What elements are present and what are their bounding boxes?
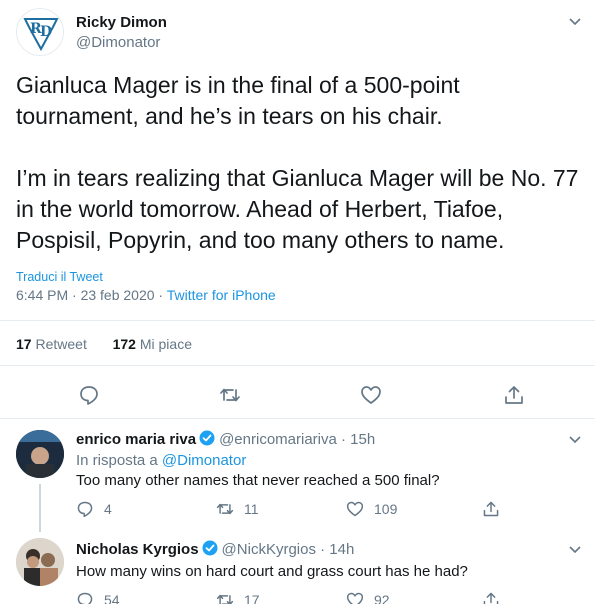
rd-logo-icon: R D [23, 18, 59, 52]
in-reply-prefix: In risposta a [76, 452, 162, 469]
reply-author-handle[interactable]: @NickKyrgios · 14h [222, 541, 355, 558]
retweet-action[interactable]: 11 [216, 500, 259, 518]
reply-action[interactable]: 54 [76, 591, 120, 604]
divider [0, 365, 595, 366]
reply-tweet[interactable]: Nicholas Kyrgios @NickKyrgios · 14h How m… [0, 530, 595, 604]
share-icon [483, 501, 499, 517]
reply-text: Too many other names that never reached … [76, 472, 440, 489]
likes-count: 172 [112, 336, 136, 352]
reply-count: 54 [104, 592, 120, 604]
author-handle[interactable]: @Dimonator [76, 34, 160, 51]
avatar[interactable] [16, 430, 64, 478]
retweet-icon[interactable] [219, 384, 241, 406]
reply-action[interactable]: 4 [76, 500, 112, 518]
reply-header: Nicholas Kyrgios @NickKyrgios · 14h [76, 540, 354, 559]
like-icon [346, 592, 364, 604]
reply-icon [77, 501, 93, 518]
in-reply-to: In risposta a @Dimonator [76, 452, 246, 469]
reply-count: 4 [104, 501, 112, 517]
reply-author-handle[interactable]: @enricomariariva · 15h [219, 431, 375, 448]
thread-line [39, 484, 41, 532]
tweet-meta: 6:44 PM · 23 feb 2020 · Twitter for iPho… [16, 287, 276, 303]
like-count: 92 [374, 592, 390, 604]
verified-badge-icon [199, 430, 215, 446]
avatar[interactable]: R D [16, 8, 64, 56]
author-name[interactable]: Ricky Dimon [76, 14, 167, 31]
retweets-label: Retweet [35, 336, 87, 352]
translate-link[interactable]: Traduci il Tweet [16, 270, 103, 284]
like-icon[interactable] [360, 384, 382, 406]
reply-author-name[interactable]: Nicholas Kyrgios [76, 541, 199, 558]
reply-header: enrico maria riva @enricomariariva · 15h [76, 430, 375, 449]
source-link[interactable]: Twitter for iPhone [167, 287, 276, 303]
share-icon [483, 592, 499, 604]
likes-stat[interactable]: 172 Mi piace [113, 336, 192, 352]
chevron-down-icon[interactable] [568, 542, 582, 558]
reply-author-name[interactable]: enrico maria riva [76, 431, 196, 448]
chevron-down-icon[interactable] [568, 432, 582, 448]
retweets-count: 17 [16, 336, 32, 352]
reply-icon[interactable] [78, 384, 100, 406]
svg-text:D: D [40, 24, 52, 40]
timestamp[interactable]: 6:44 PM · 23 feb 2020 · [16, 287, 167, 303]
reply-actions: 54 17 92 [76, 591, 516, 604]
like-icon [346, 501, 364, 517]
tweet-actions [0, 380, 595, 410]
in-reply-handle[interactable]: @Dimonator [162, 452, 246, 469]
tweet-stats: 17 Retweet 172 Mi piace [16, 336, 192, 352]
like-action[interactable]: 109 [346, 500, 397, 518]
reply-icon [77, 592, 93, 604]
retweet-count: 17 [244, 592, 260, 604]
verified-badge-icon [202, 540, 218, 556]
retweets-stat[interactable]: 17 Retweet [16, 336, 87, 352]
reply-text: How many wins on hard court and grass co… [76, 563, 468, 580]
chevron-down-icon[interactable] [568, 14, 582, 30]
retweet-action[interactable]: 17 [216, 591, 260, 604]
share-action[interactable] [482, 591, 510, 604]
tweet-text: Gianluca Mager is in the final of a 500-… [16, 72, 579, 253]
share-icon[interactable] [503, 384, 525, 406]
like-count: 109 [374, 501, 398, 517]
profile-photo [16, 538, 64, 586]
avatar[interactable] [16, 538, 64, 586]
retweet-icon [216, 503, 234, 515]
likes-label: Mi piace [139, 336, 192, 352]
share-action[interactable] [482, 500, 510, 518]
retweet-icon [216, 594, 234, 604]
divider [0, 320, 595, 321]
profile-photo [16, 430, 64, 478]
like-action[interactable]: 92 [346, 591, 390, 604]
reply-tweet[interactable]: enrico maria riva @enricomariariva · 15h … [0, 418, 595, 530]
reply-actions: 4 11 109 [76, 500, 516, 520]
retweet-count: 11 [244, 501, 259, 517]
